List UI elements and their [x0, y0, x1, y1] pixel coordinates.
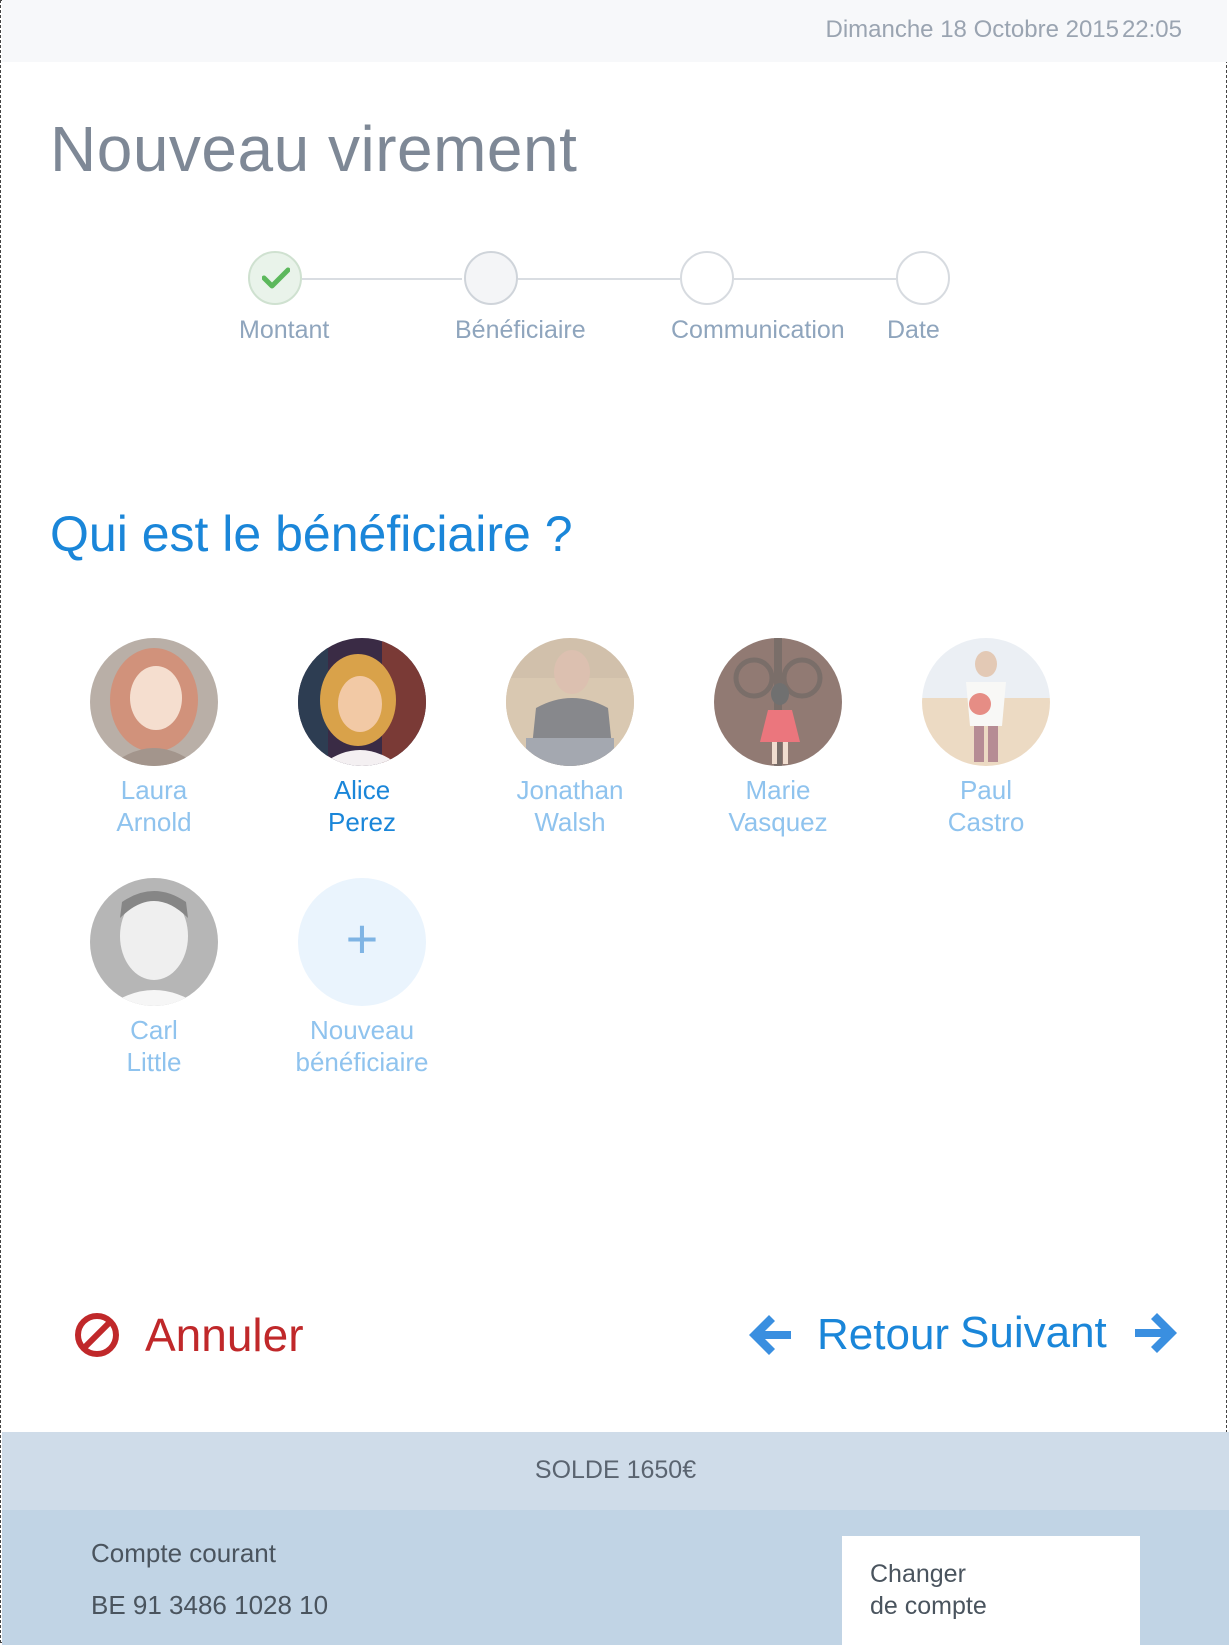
beneficiary-jonathan-walsh[interactable]: Jonathan Walsh — [485, 638, 655, 838]
next-label: Suivant — [960, 1308, 1107, 1357]
beneficiary-marie-vasquez[interactable]: Marie Vasquez — [693, 638, 863, 838]
question-heading: Qui est le bénéficiaire ? — [50, 506, 573, 562]
step-date-circle[interactable] — [896, 251, 950, 305]
beneficiary-first-name: Jonathan — [516, 775, 624, 805]
status-time: 22:05 — [1121, 16, 1182, 43]
beneficiary-last-name: Little — [126, 1047, 182, 1077]
beneficiary-last-name: Arnold — [116, 807, 192, 837]
plus-icon: + — [345, 907, 379, 970]
next-button[interactable]: Suivant — [960, 1303, 1181, 1363]
beneficiary-alice-perez[interactable]: Alice Perez — [277, 638, 447, 838]
beneficiary-last-name: Perez — [328, 807, 396, 837]
beneficiary-last-name: Vasquez — [728, 807, 828, 837]
back-button[interactable]: Retour — [745, 1305, 949, 1365]
add-circle: + — [298, 878, 426, 1006]
step-label-date: Date — [887, 316, 940, 344]
beneficiary-first-name: Marie — [745, 775, 811, 805]
beneficiary-first-name: Carl — [130, 1015, 178, 1045]
new-beneficiary-label-2: bénéficiaire — [295, 1047, 429, 1077]
new-beneficiary-label-1: Nouveau — [309, 1015, 415, 1045]
back-label: Retour — [817, 1310, 950, 1359]
account-bar: Compte courant BE 91 3486 1028 10 Change… — [2, 1510, 1229, 1645]
beneficiary-laura-arnold[interactable]: Laura Arnold — [69, 638, 239, 838]
balance-bar: SOLDE 1650€ — [2, 1432, 1229, 1510]
beneficiary-paul-castro[interactable]: Paul Castro — [901, 638, 1071, 838]
account-name: Compte courant — [91, 1538, 276, 1568]
beneficiary-carl-little[interactable]: Carl Little — [69, 878, 239, 1078]
cancel-button[interactable]: Annuler — [73, 1305, 304, 1365]
step-communication-circle[interactable] — [680, 251, 734, 305]
avatar — [922, 638, 1050, 766]
step-label-beneficiaire: Bénéficiaire — [455, 316, 586, 344]
step-label-communication: Communication — [671, 316, 845, 344]
balance-text: SOLDE 1650€ — [534, 1456, 697, 1484]
beneficiary-last-name: Castro — [947, 807, 1025, 837]
avatar — [90, 638, 218, 766]
step-montant-circle[interactable] — [248, 251, 302, 305]
avatar — [714, 638, 842, 766]
new-beneficiary-button[interactable]: + Nouveau bénéficiaire — [277, 878, 447, 1078]
stepper-line — [302, 278, 462, 280]
beneficiary-first-name: Alice — [333, 775, 391, 805]
avatar — [298, 638, 426, 766]
step-label-montant: Montant — [239, 316, 330, 344]
page-title: Nouveau virement — [50, 113, 578, 185]
arrow-right-icon — [1134, 1313, 1177, 1353]
beneficiary-first-name: Laura — [120, 775, 188, 805]
beneficiary-last-name: Walsh — [534, 807, 606, 837]
avatar — [506, 638, 634, 766]
step-beneficiaire-circle[interactable] — [464, 251, 518, 305]
stepper-line — [518, 278, 680, 280]
change-account-label-2: de compte — [870, 1592, 987, 1620]
prohibited-icon — [75, 1313, 119, 1357]
account-iban: BE 91 3486 1028 10 — [91, 1590, 329, 1620]
cancel-label: Annuler — [145, 1309, 304, 1361]
check-icon — [262, 267, 290, 289]
beneficiary-first-name: Paul — [959, 775, 1013, 805]
change-account-button[interactable]: Changer de compte — [842, 1536, 1140, 1645]
stepper-line — [734, 278, 896, 280]
avatar — [90, 878, 218, 1006]
status-bar: Dimanche 18 Octobre 2015 22:05 — [2, 0, 1227, 62]
arrow-left-icon — [749, 1315, 791, 1355]
change-account-label-1: Changer — [870, 1560, 966, 1588]
status-date: Dimanche 18 Octobre 2015 — [825, 16, 1119, 43]
